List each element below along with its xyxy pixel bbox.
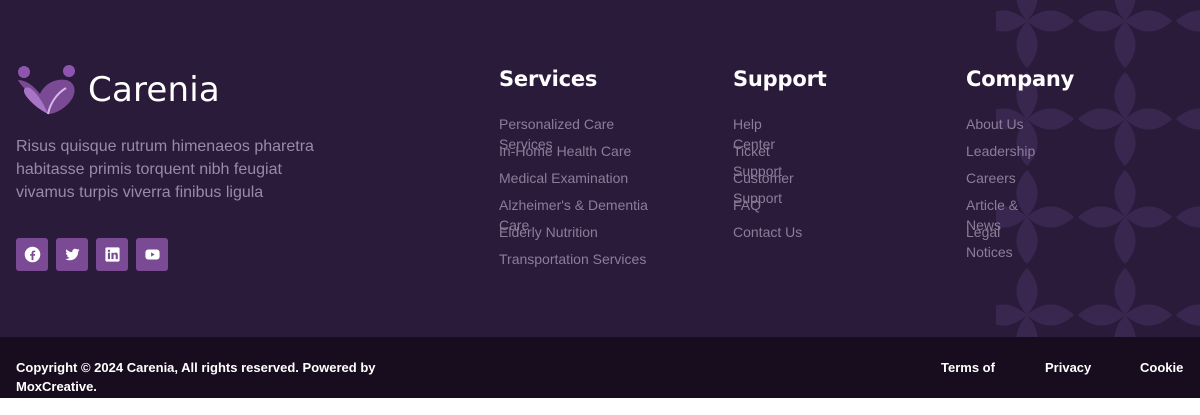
linkedin-button[interactable] [96,238,128,271]
copyright-text: Copyright © 2024 Carenia, All rights res… [16,360,376,394]
services-heading: Services [499,67,598,91]
twitter-icon [64,248,80,261]
company-heading: Company [966,67,1075,91]
services-link-in-home-health[interactable]: In-Home Health Care [499,141,659,161]
company-link-about-us[interactable]: About Us [966,114,1036,134]
terms-link[interactable]: Terms of [941,358,995,377]
support-heading: Support [733,67,827,91]
company-link-legal-notices[interactable]: Legal Notices [966,222,1036,262]
brand-name: Carenia [88,70,220,110]
youtube-icon [144,249,160,260]
company-link-leadership[interactable]: Leadership [966,141,1036,161]
brand[interactable]: Carenia [16,64,220,116]
heart-people-logo-icon [18,65,75,115]
facebook-button[interactable] [16,238,48,271]
site-footer: Carenia Risus quisque rutrum himenaeos p… [0,0,1200,337]
cookie-link[interactable]: Cookie [1140,358,1183,377]
company-link-careers[interactable]: Careers [966,168,1036,188]
footer-bottom-bar: Copyright © 2024 Carenia, All rights res… [0,337,1200,398]
services-link-medical-examination[interactable]: Medical Examination [499,168,659,188]
social-links [16,238,168,271]
linkedin-icon [104,247,120,262]
services-link-transportation[interactable]: Transportation Services [499,249,659,269]
twitter-button[interactable] [56,238,88,271]
support-link-contact-us[interactable]: Contact Us [733,222,803,242]
privacy-link[interactable]: Privacy [1045,358,1091,377]
youtube-button[interactable] [136,238,168,271]
brand-description: Risus quisque rutrum himenaeos pharetra … [16,138,314,201]
support-link-faq[interactable]: FAQ [733,195,803,215]
services-link-elderly-nutrition[interactable]: Elderly Nutrition [499,222,659,242]
facebook-icon [24,246,40,263]
